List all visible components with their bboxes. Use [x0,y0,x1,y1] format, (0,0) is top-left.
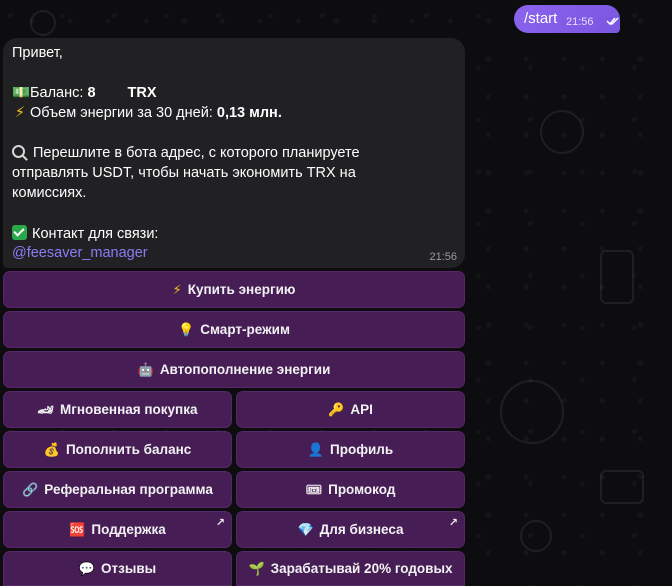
button-label: Автопополнение энергии [159,362,331,377]
instruction-line-3: комиссиях. [12,185,87,201]
smart-mode-button[interactable]: 💡 Смарт-режим [3,311,465,348]
lightbulb-icon: 💡 [178,321,195,337]
gem-icon: 💎 [297,521,314,537]
background-doodle [540,110,584,154]
energy-value: 0,13 млн. [216,105,282,121]
button-label: Пополнить баланс [65,442,192,457]
money-icon: 💵 [12,85,31,101]
button-label: Профиль [330,442,394,457]
message-text: /start [524,10,558,27]
robot-icon: 🤖 [137,361,154,377]
balance-label: Баланс: [30,85,84,101]
energy-line: ⚡ Объем энергии за 30 дней: 0,13 млн. [12,105,282,121]
profile-button[interactable]: 👤 Профиль [236,431,465,468]
seedling-icon: 🌱 [248,560,265,576]
instruction-line-2: отправлять USDT, чтобы начать экономить … [12,165,356,181]
instant-buy-button[interactable]: 🏎 Мгновенная покупка [3,391,232,428]
magnifier-icon [12,145,25,158]
balance-value: 8 [87,85,96,101]
outgoing-message[interactable]: /start 21:56 [514,5,620,33]
button-label: Смарт-режим [200,322,290,337]
for-business-button[interactable]: 💎 Для бизнеса ↗ [236,511,465,548]
contact-line: Контакт для связи: [12,225,158,242]
checkmark-icon [12,225,27,240]
background-doodle [600,250,634,304]
energy-label: Объем энергии за 30 дней: [30,105,213,121]
button-label: Мгновенная покупка [60,402,198,417]
top-up-balance-button[interactable]: 💰 Пополнить баланс [3,431,232,468]
button-label: Для бизнеса [319,522,404,537]
api-button[interactable]: 🔑 API [236,391,465,428]
contact-label: Контакт для связи: [32,226,159,242]
buy-energy-button[interactable]: ⚡ Купить энергию [3,271,465,308]
contact-link[interactable]: @feesaver_manager [12,245,148,261]
auto-refill-button[interactable]: 🤖 Автопополнение энергии [3,351,465,388]
earn-interest-button[interactable]: 🌱 Зарабатывай 20% годовых [236,551,465,586]
ticket-icon: 🎟 [305,481,323,497]
promo-code-button[interactable]: 🎟 Промокод [236,471,465,508]
external-link-arrow-icon: ↗ [448,517,458,529]
support-button[interactable]: 🆘 Поддержка ↗ [3,511,232,548]
reviews-button[interactable]: 💬 Отзывы [3,551,232,586]
message-time: 21:56 [566,16,594,28]
background-doodle [30,10,56,36]
button-label: API [350,402,373,417]
button-label: Купить энергию [187,282,296,297]
incoming-message[interactable]: Привет, 💵Баланс: 8 TRX ⚡ Объем энергии за… [3,38,465,268]
read-checkmarks-icon [606,17,619,26]
lightning-icon: ⚡ [172,281,182,297]
money-bag-icon: 💰 [43,441,60,457]
button-label: Отзывы [101,561,157,576]
background-doodle [600,470,644,504]
sports-car-icon: 🏎 [37,401,55,417]
person-icon: 👤 [307,441,324,457]
external-link-arrow-icon: ↗ [215,517,225,529]
background-doodle [520,520,552,552]
button-label: Поддержка [91,522,166,537]
instruction-line-1: Перешлите в бота адрес, с которого плани… [12,145,360,161]
message-time: 21:56 [429,251,457,263]
instruction-text: Перешлите в бота адрес, с которого плани… [33,145,360,161]
key-icon: 🔑 [328,401,345,417]
sos-icon: 🆘 [69,521,86,537]
lightning-icon: ⚡ [14,105,26,121]
link-icon: 🔗 [22,481,39,497]
greeting-text: Привет, [12,45,63,61]
button-label: Реферальная программа [44,482,213,497]
button-label: Зарабатывай 20% годовых [270,561,453,576]
balance-currency: TRX [127,85,157,101]
balance-line: 💵Баланс: 8 TRX [12,84,157,101]
speech-bubble-icon: 💬 [78,560,95,576]
button-label: Промокод [328,482,396,497]
referral-program-button[interactable]: 🔗 Реферальная программа [3,471,232,508]
background-doodle [500,380,564,444]
